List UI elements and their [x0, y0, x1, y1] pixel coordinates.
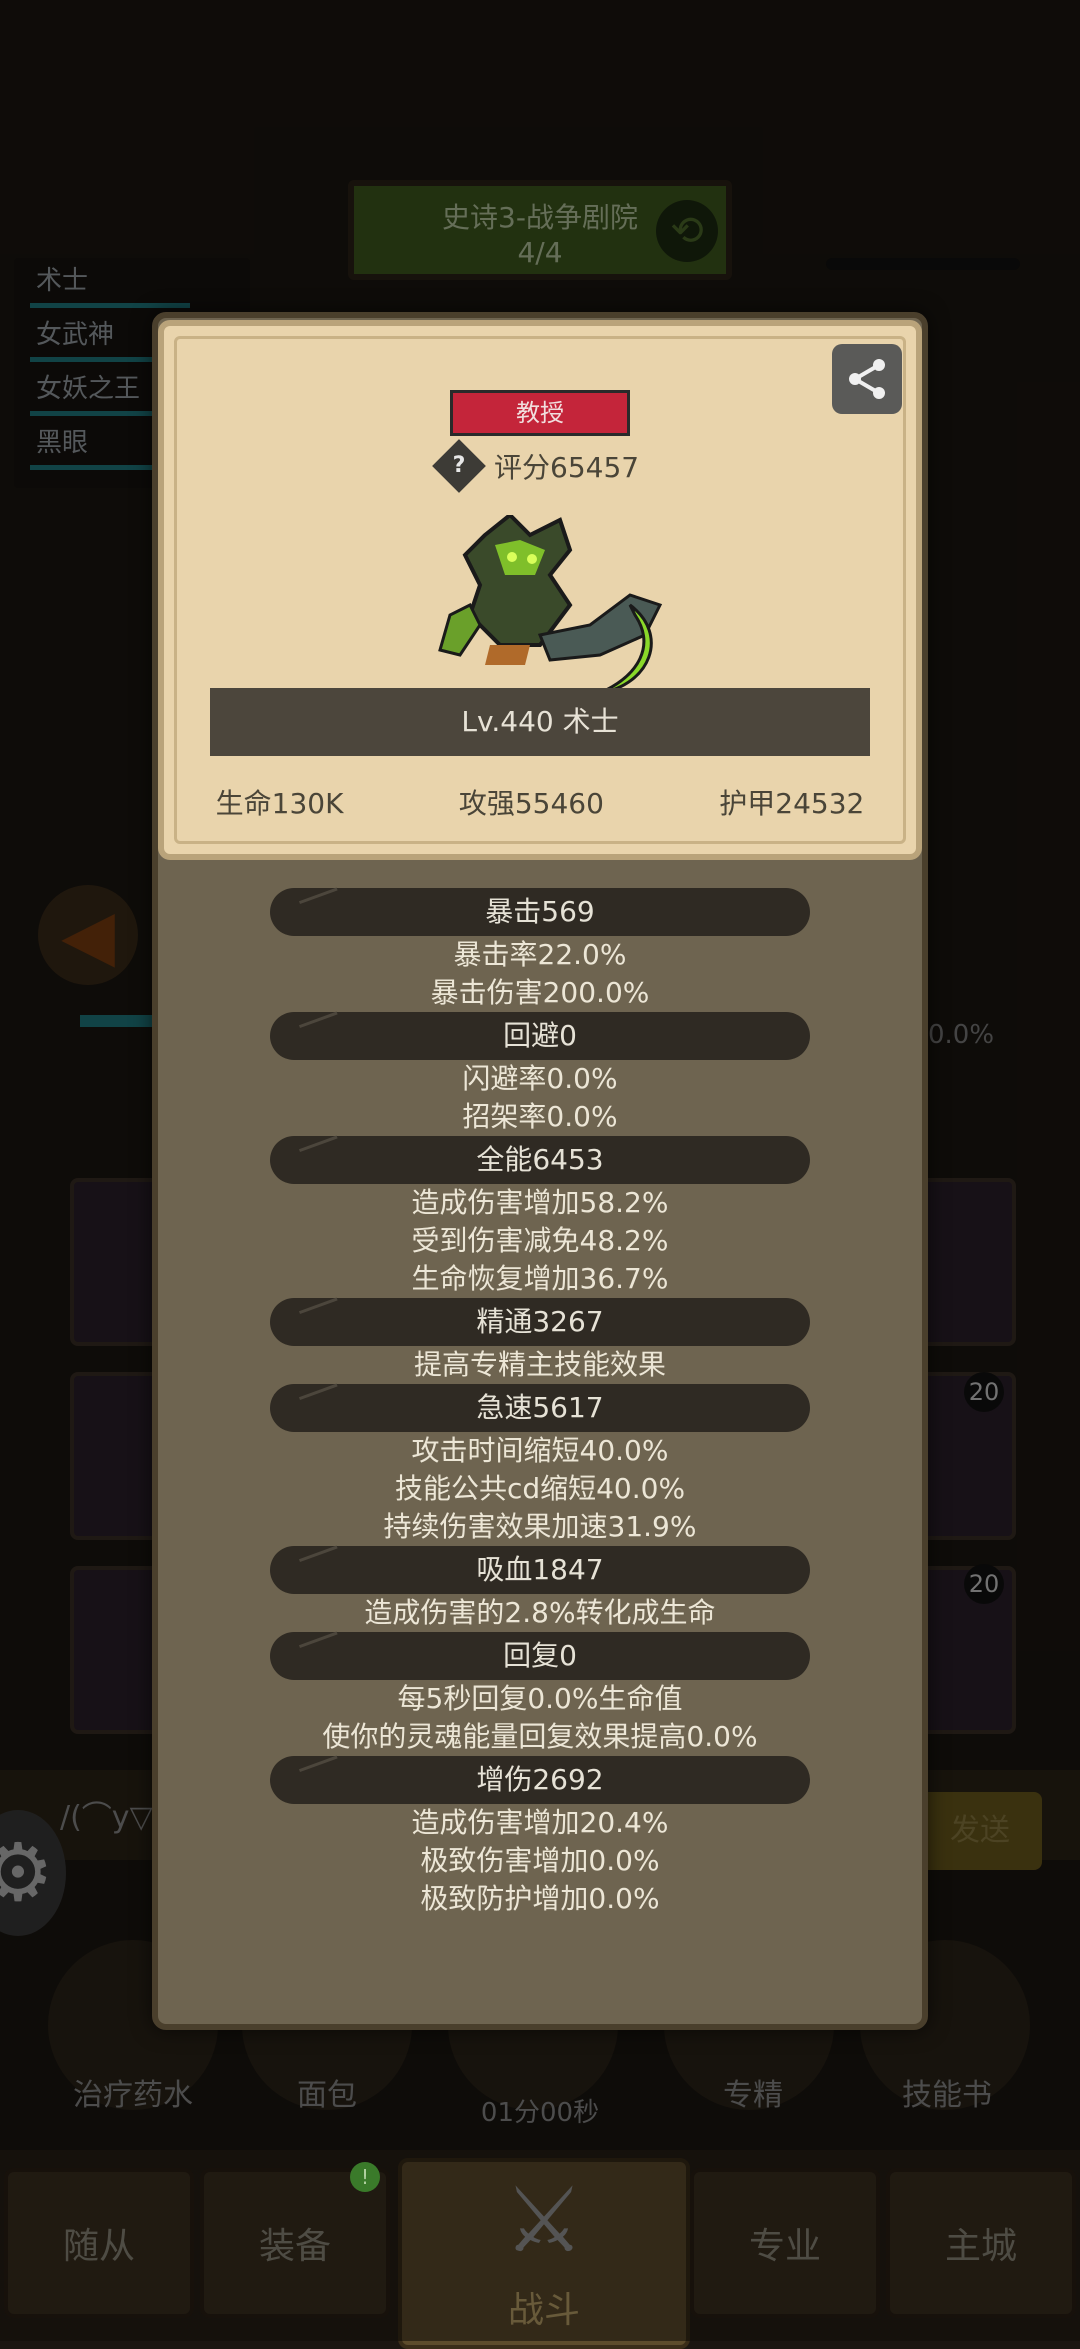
stat-line: 暴击伤害200.0%: [430, 976, 650, 1009]
party-member-name: 术士: [36, 266, 89, 296]
notification-dot: !: [350, 2162, 380, 2192]
skill-label-potion: 治疗药水: [73, 2078, 193, 2113]
stat-hp: 生命130K: [215, 787, 344, 820]
skill-label-bread: 面包: [297, 2078, 357, 2113]
stat-header-crit: 暴击569: [270, 888, 810, 936]
stat-line: 使你的灵魂能量回复效果提高0.0%: [322, 1720, 758, 1753]
score-text: 评分65457: [494, 451, 640, 484]
stat-line: 暴击率22.0%: [453, 938, 627, 971]
tab-profession[interactable]: 专业: [690, 2168, 880, 2318]
secondary-stats: 暴击569 暴击率22.0% 暴击伤害200.0% 回避0 闪避率0.0% 招架…: [158, 888, 922, 1918]
stat-line: 技能公共cd缩短40.0%: [394, 1472, 686, 1505]
core-stats: 生命130K 攻强55460 护甲24532: [158, 782, 922, 822]
stat-line: 造成伤害的2.8%转化成生命: [364, 1596, 716, 1629]
stat-line: 造成伤害增加20.4%: [411, 1806, 669, 1839]
party-member[interactable]: 术士: [14, 258, 250, 312]
refresh-icon[interactable]: ⟲: [656, 200, 718, 262]
count-badge: 20: [964, 1564, 1004, 1604]
stat-line: 攻击时间缩短40.0%: [411, 1434, 669, 1467]
tab-battle-label: 战斗: [507, 2290, 580, 2331]
help-icon[interactable]: ?: [432, 439, 486, 493]
back-arrow-icon[interactable]: ◀: [38, 885, 138, 985]
stat-line: 每5秒回复0.0%生命值: [397, 1682, 683, 1715]
warlock-hero-sprite: [438, 515, 663, 695]
tab-followers[interactable]: 随从: [4, 2168, 194, 2318]
stat-header-damage-increase: 增伤2692: [270, 1756, 810, 1804]
share-icon: [849, 359, 885, 399]
crossed-swords-icon: ⚔: [503, 2168, 585, 2273]
skill-label-mastery: 专精: [723, 2078, 783, 2113]
chat-text: /(⌒y▽/: [60, 1800, 163, 1835]
percent-readout: 0.0%: [928, 1020, 995, 1050]
stat-line: 闪避率0.0%: [462, 1062, 618, 1095]
stat-line: 极致伤害增加0.0%: [420, 1844, 660, 1877]
stat-line: 受到伤害减免48.2%: [411, 1224, 669, 1257]
stat-attack: 攻强55460: [458, 787, 604, 820]
stat-line: 生命恢复增加36.7%: [411, 1262, 669, 1295]
stage-banner[interactable]: 史诗3-战争剧院 4/4 ⟲: [348, 180, 732, 280]
stat-line: 持续伤害效果加速31.9%: [383, 1510, 697, 1543]
send-button[interactable]: 发送: [918, 1792, 1042, 1870]
battle-timer: 01分00秒: [480, 2098, 600, 2128]
skill-label-skillbook: 技能书: [902, 2078, 992, 2113]
stat-line: 提高专精主技能效果: [413, 1348, 666, 1381]
tab-city[interactable]: 主城: [886, 2168, 1076, 2318]
stat-header-mastery: 精通3267: [270, 1298, 810, 1346]
share-button[interactable]: [832, 344, 902, 414]
rank-badge: 教授: [450, 390, 630, 436]
stat-header-versatility: 全能6453: [270, 1136, 810, 1184]
stat-header-haste: 急速5617: [270, 1384, 810, 1432]
stat-header-regen: 回复0: [270, 1632, 810, 1680]
tab-battle[interactable]: ⚔ 战斗: [398, 2158, 690, 2349]
stat-line: 极致防护增加0.0%: [420, 1882, 660, 1915]
count-badge: 20: [964, 1372, 1004, 1412]
hp-bar: [30, 303, 190, 308]
stat-header-leech: 吸血1847: [270, 1546, 810, 1594]
party-member-name: 女妖之王: [36, 374, 141, 404]
stat-line: 造成伤害增加58.2%: [411, 1186, 669, 1219]
stat-armor: 护甲24532: [719, 787, 865, 820]
party-member-name: 黑眼: [36, 428, 89, 458]
stat-header-avoidance: 回避0: [270, 1012, 810, 1060]
level-bar: Lv.440 术士: [210, 688, 870, 756]
score-row: ? 评分65457: [432, 439, 640, 493]
stat-line: 招架率0.0%: [462, 1100, 618, 1133]
party-member-name: 女武神: [36, 320, 115, 350]
hp-strip: [80, 1015, 160, 1027]
top-right-bar: [826, 258, 1020, 270]
